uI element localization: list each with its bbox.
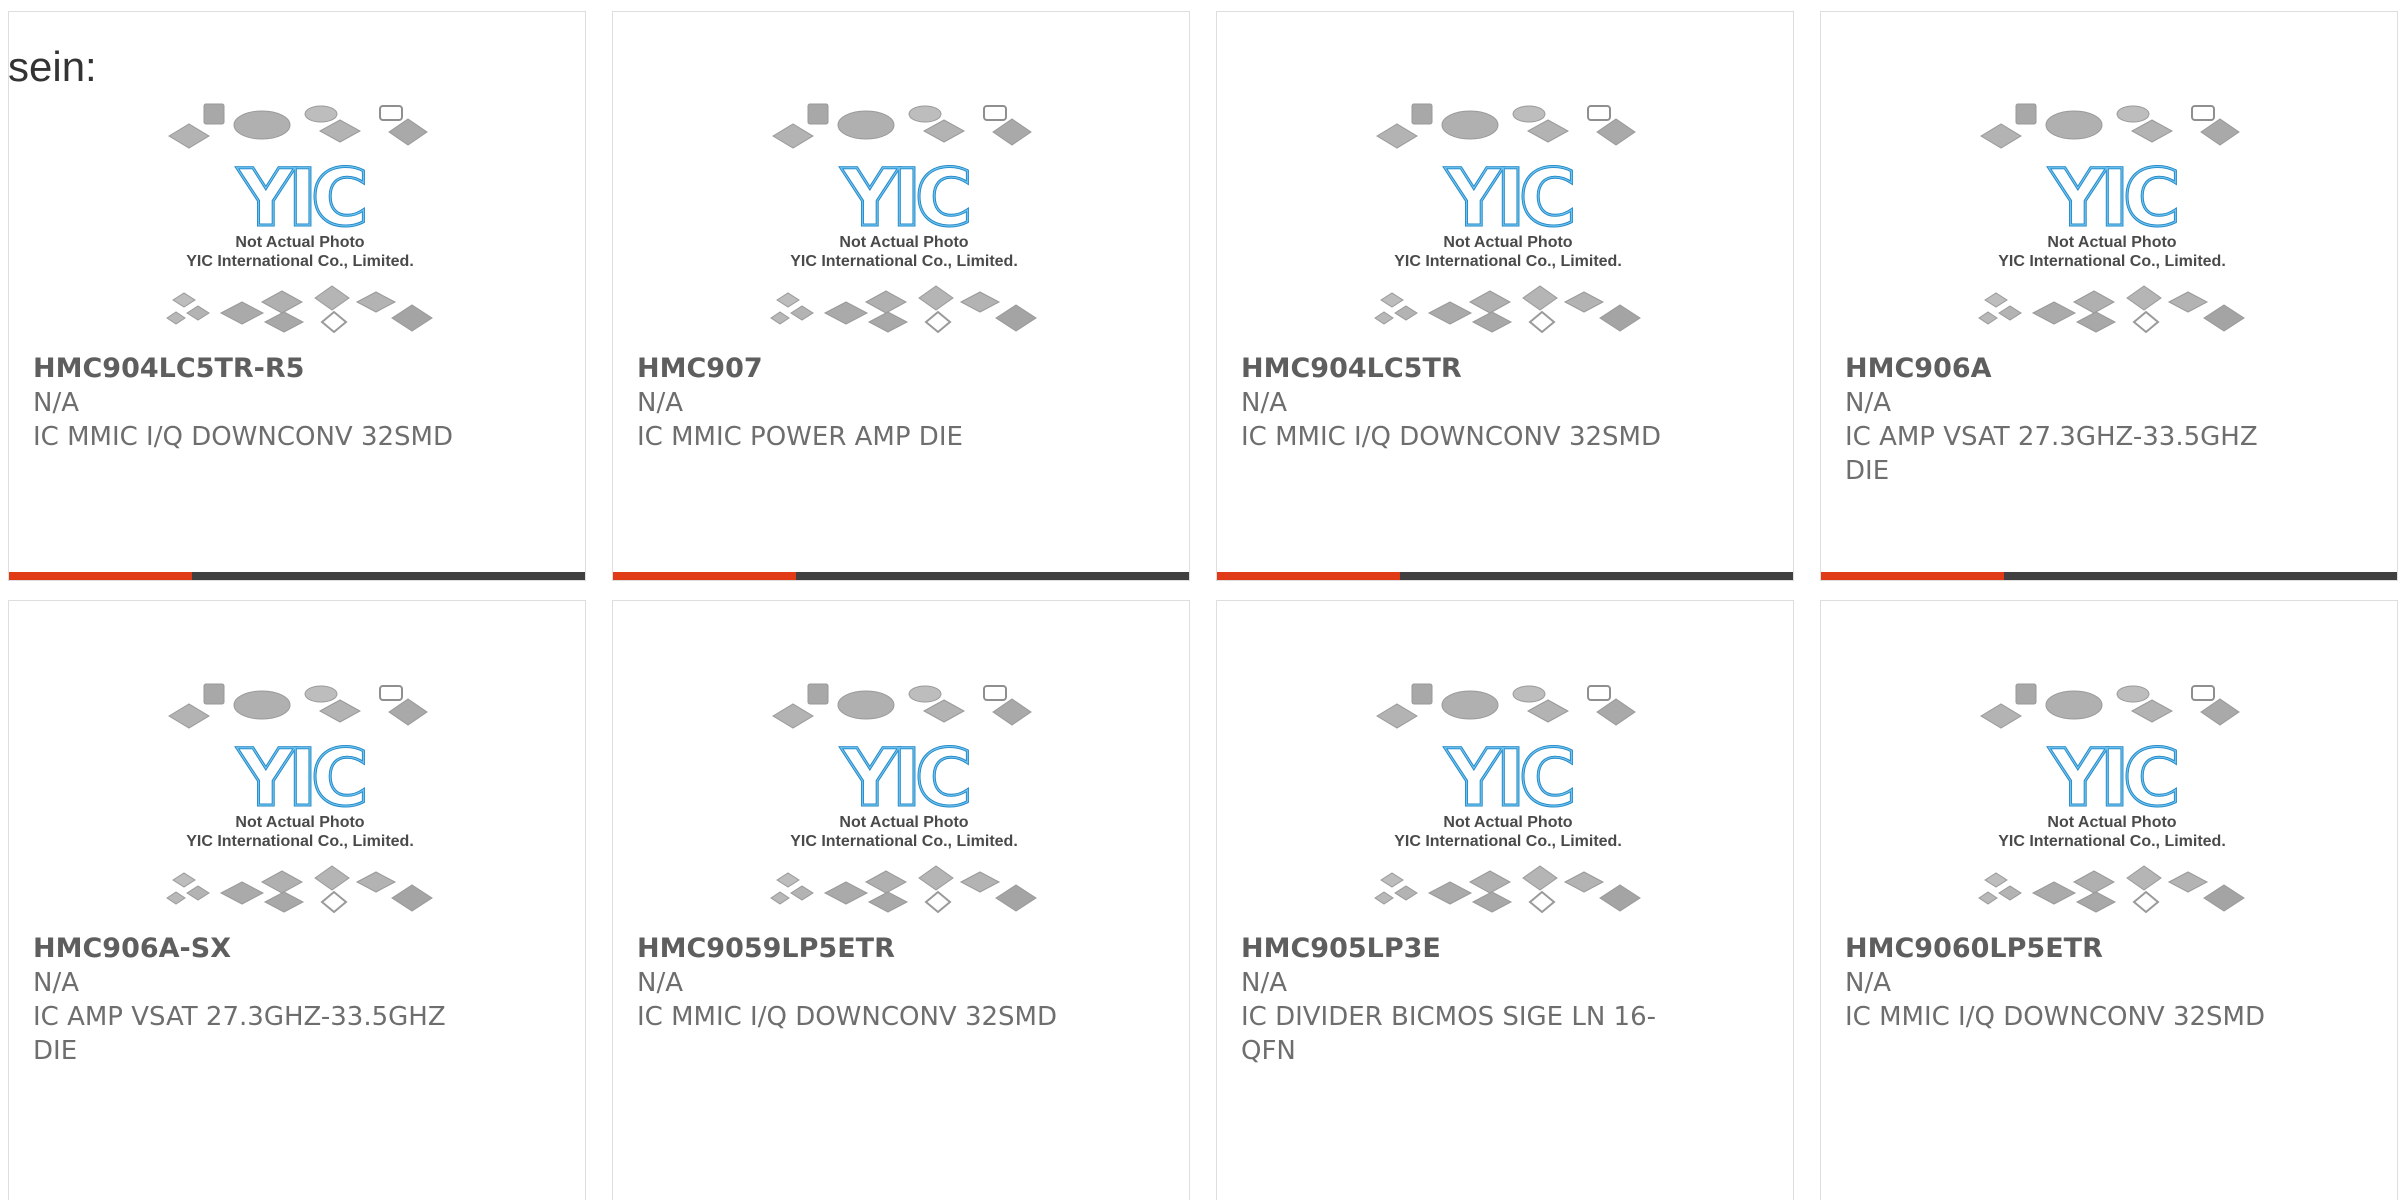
svg-text:YIC International Co., Limited: YIC International Co., Limited. <box>186 253 414 270</box>
part-number-link[interactable]: HMC906A <box>1845 352 2373 386</box>
part-number-link[interactable]: HMC905LP3E <box>1241 932 1769 966</box>
svg-text:YIC International Co., Limited: YIC International Co., Limited. <box>186 833 414 850</box>
card-accent-bar <box>613 572 1189 580</box>
part-number-link[interactable]: HMC9059LP5ETR <box>637 932 1165 966</box>
svg-text:YIC: YIC <box>841 154 969 244</box>
svg-text:YIC International Co., Limited: YIC International Co., Limited. <box>1998 833 2226 850</box>
manufacturer-text: N/A <box>33 968 79 998</box>
description-text: IC MMIC I/Q DOWNCONV 32SMD <box>1241 422 1661 452</box>
description-text: IC MMIC I/Q DOWNCONV 32SMD <box>1845 1002 2265 1032</box>
part-number-link[interactable]: HMC904LC5TR-R5 <box>33 352 561 386</box>
description-text: IC MMIC POWER AMP DIE <box>637 422 963 452</box>
description-text: IC AMP VSAT 27.3GHZ-33.5GHZ DIE <box>33 1002 446 1066</box>
svg-text:YIC International Co., Limited: YIC International Co., Limited. <box>1394 833 1622 850</box>
intro-text: sein: <box>8 43 97 90</box>
product-card[interactable]: YIC YIC Not Actual Photo YIC International … <box>1216 600 1794 1200</box>
product-card[interactable]: YIC YIC Not Actual Photo YIC International … <box>612 11 1190 581</box>
chip-packages-placeholder-icon[interactable]: YIC YIC Not Actual Photo YIC International … <box>164 680 436 928</box>
manufacturer-text: N/A <box>33 388 79 418</box>
manufacturer-text: N/A <box>1241 388 1287 418</box>
svg-text:Not Actual Photo: Not Actual Photo <box>2047 814 2176 831</box>
card-accent-bar <box>1821 572 2397 580</box>
card-accent-bar <box>9 572 585 580</box>
manufacturer-text: N/A <box>1845 388 1891 418</box>
svg-text:YIC: YIC <box>1445 154 1573 244</box>
manufacturer-text: N/A <box>637 968 683 998</box>
svg-text:Not Actual Photo: Not Actual Photo <box>1443 814 1572 831</box>
chip-packages-placeholder-icon[interactable]: YIC YIC Not Actual Photo YIC International … <box>1372 100 1644 348</box>
product-grid: YIC YIC Not Actual Photo YIC International … <box>0 0 2400 1200</box>
svg-text:YIC International Co., Limited: YIC International Co., Limited. <box>790 253 1018 270</box>
svg-text:Not Actual Photo: Not Actual Photo <box>235 234 364 251</box>
svg-text:YIC International Co., Limited: YIC International Co., Limited. <box>1998 253 2226 270</box>
card-accent-bar <box>1217 572 1793 580</box>
manufacturer-text: N/A <box>1845 968 1891 998</box>
svg-text:YIC: YIC <box>237 154 365 244</box>
svg-text:Not Actual Photo: Not Actual Photo <box>235 814 364 831</box>
product-card[interactable]: YIC YIC Not Actual Photo YIC International … <box>1820 600 2398 1200</box>
product-card[interactable]: YIC YIC Not Actual Photo YIC International … <box>8 600 586 1200</box>
part-number-link[interactable]: HMC9060LP5ETR <box>1845 932 2373 966</box>
product-card[interactable]: YIC YIC Not Actual Photo YIC International … <box>612 600 1190 1200</box>
chip-packages-placeholder-icon[interactable]: YIC YIC Not Actual Photo YIC International … <box>1976 100 2248 348</box>
svg-text:Not Actual Photo: Not Actual Photo <box>839 234 968 251</box>
description-text: IC AMP VSAT 27.3GHZ-33.5GHZ DIE <box>1845 422 2258 486</box>
product-card[interactable]: YIC YIC Not Actual Photo YIC International … <box>8 11 586 581</box>
manufacturer-text: N/A <box>637 388 683 418</box>
description-text: IC MMIC I/Q DOWNCONV 32SMD <box>637 1002 1057 1032</box>
svg-text:YIC International Co., Limited: YIC International Co., Limited. <box>790 833 1018 850</box>
description-text: IC DIVIDER BICMOS SIGE LN 16-QFN <box>1241 1002 1657 1066</box>
part-number-link[interactable]: HMC906A-SX <box>33 932 561 966</box>
chip-packages-placeholder-icon[interactable]: YIC YIC Not Actual Photo YIC International … <box>768 100 1040 348</box>
svg-text:Not Actual Photo: Not Actual Photo <box>1443 234 1572 251</box>
product-card[interactable]: YIC YIC Not Actual Photo YIC International … <box>1216 11 1794 581</box>
svg-text:YIC: YIC <box>2049 734 2177 824</box>
svg-text:YIC: YIC <box>237 734 365 824</box>
chip-packages-placeholder-icon[interactable]: YIC YIC Not Actual Photo YIC International … <box>768 680 1040 928</box>
description-text: IC MMIC I/Q DOWNCONV 32SMD <box>33 422 453 452</box>
part-number-link[interactable]: HMC907 <box>637 352 1165 386</box>
svg-text:YIC: YIC <box>2049 154 2177 244</box>
part-number-link[interactable]: HMC904LC5TR <box>1241 352 1769 386</box>
svg-text:YIC International Co., Limited: YIC International Co., Limited. <box>1394 253 1622 270</box>
manufacturer-text: N/A <box>1241 968 1287 998</box>
product-card[interactable]: YIC YIC Not Actual Photo YIC International … <box>1820 11 2398 581</box>
svg-text:YIC: YIC <box>1445 734 1573 824</box>
svg-text:YIC: YIC <box>841 734 969 824</box>
chip-packages-placeholder-icon[interactable]: YIC YIC Not Actual Photo YIC International … <box>164 100 436 348</box>
svg-text:Not Actual Photo: Not Actual Photo <box>839 814 968 831</box>
chip-packages-placeholder-icon[interactable]: YIC YIC Not Actual Photo YIC International … <box>1976 680 2248 928</box>
chip-packages-placeholder-icon[interactable]: YIC YIC Not Actual Photo YIC International … <box>1372 680 1644 928</box>
svg-text:Not Actual Photo: Not Actual Photo <box>2047 234 2176 251</box>
